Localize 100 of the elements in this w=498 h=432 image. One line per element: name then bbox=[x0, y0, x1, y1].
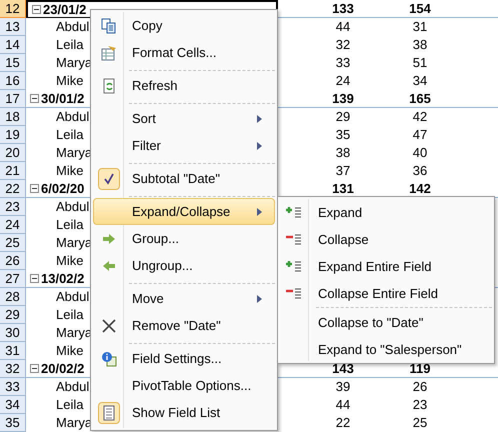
menu-item[interactable]: Format Cells... bbox=[93, 39, 275, 66]
row-number[interactable]: 34 bbox=[0, 396, 26, 414]
date-group-label: 6/02/20 bbox=[41, 180, 84, 198]
menu-item[interactable]: Expand bbox=[280, 199, 492, 226]
row-number[interactable]: 33 bbox=[0, 378, 26, 396]
value-cell: 40 bbox=[412, 145, 428, 160]
value-cell: 44 bbox=[336, 397, 350, 412]
value-cell: 25 bbox=[412, 415, 428, 430]
row-number[interactable]: 25 bbox=[0, 234, 26, 252]
value-cell: 38 bbox=[336, 145, 350, 160]
value-cell: 37 bbox=[336, 163, 350, 178]
collapse-toggle-icon[interactable] bbox=[32, 5, 41, 14]
salesperson-name: Mike bbox=[56, 72, 84, 90]
value-cell: 133 bbox=[332, 1, 354, 16]
menu-item[interactable]: Show Field List bbox=[93, 399, 275, 426]
collapse-icon bbox=[285, 286, 303, 300]
menu-item[interactable]: Collapse to "Date" bbox=[280, 309, 492, 336]
menu-item[interactable]: Field Settings... bbox=[93, 345, 275, 372]
menu-item[interactable]: Subtotal "Date" bbox=[93, 165, 275, 192]
value-cell: 32 bbox=[336, 37, 350, 52]
submenu-arrow-icon bbox=[257, 142, 262, 150]
row-number[interactable]: 35 bbox=[0, 414, 26, 432]
row-number[interactable]: 29 bbox=[0, 306, 26, 324]
row-number[interactable]: 17 bbox=[0, 90, 26, 108]
row-number[interactable]: 31 bbox=[0, 342, 26, 360]
value-cell: 44 bbox=[336, 19, 350, 34]
menu-item[interactable]: Remove "Date" bbox=[93, 312, 275, 339]
submenu-arrow-icon bbox=[257, 114, 262, 122]
menu-item[interactable]: Sort bbox=[93, 105, 275, 132]
info-icon bbox=[100, 350, 118, 368]
value-cell: 154 bbox=[409, 1, 431, 16]
value-cell: 42 bbox=[412, 109, 428, 124]
date-group-label: 20/02/2 bbox=[41, 360, 84, 378]
salesperson-name: Leila bbox=[56, 396, 84, 414]
value-cell: 139 bbox=[332, 91, 354, 106]
menu-item[interactable]: Ungroup... bbox=[93, 252, 275, 279]
value-cell: 23 bbox=[412, 397, 428, 412]
row-number[interactable]: 13 bbox=[0, 18, 26, 36]
field-list-icon bbox=[103, 404, 115, 420]
menu-item[interactable]: Expand to "Salesperson" bbox=[280, 336, 492, 363]
menu-item[interactable]: Collapse Entire Field bbox=[280, 280, 492, 307]
menu-item[interactable]: Expand/Collapse bbox=[93, 198, 275, 225]
salesperson-name: Leila bbox=[56, 216, 84, 234]
row-number[interactable]: 23 bbox=[0, 198, 26, 216]
menu-item[interactable]: Group... bbox=[93, 225, 275, 252]
value-cell: 36 bbox=[412, 163, 428, 178]
salesperson-name: Abdul bbox=[56, 108, 90, 126]
row-number[interactable]: 20 bbox=[0, 144, 26, 162]
row-number[interactable]: 27 bbox=[0, 270, 26, 288]
salesperson-name: Leila bbox=[56, 36, 84, 54]
value-cell: 22 bbox=[336, 415, 350, 430]
row-number[interactable]: 32 bbox=[0, 360, 26, 378]
row-number[interactable]: 30 bbox=[0, 324, 26, 342]
copy-icon bbox=[100, 16, 118, 34]
row-number[interactable]: 16 bbox=[0, 72, 26, 90]
row-number[interactable]: 24 bbox=[0, 216, 26, 234]
row-number[interactable]: 12 bbox=[0, 0, 26, 18]
salesperson-name: Mike bbox=[56, 342, 84, 360]
collapse-toggle-icon[interactable] bbox=[30, 364, 39, 373]
value-cell: 29 bbox=[336, 109, 350, 124]
row-number[interactable]: 14 bbox=[0, 36, 26, 54]
salesperson-name: Leila bbox=[56, 306, 84, 324]
menu-item[interactable]: Collapse bbox=[280, 226, 492, 253]
row-number[interactable]: 28 bbox=[0, 288, 26, 306]
date-group-label: 30/01/2 bbox=[41, 90, 84, 108]
value-cell: 165 bbox=[409, 91, 431, 106]
collapse-toggle-icon[interactable] bbox=[30, 184, 39, 193]
close-icon bbox=[100, 316, 118, 334]
menu-item[interactable]: Refresh bbox=[93, 72, 275, 99]
value-cell: 142 bbox=[409, 181, 431, 196]
menu-item[interactable]: Expand Entire Field bbox=[280, 253, 492, 280]
salesperson-name: Mike bbox=[56, 252, 84, 270]
row-number[interactable]: 22 bbox=[0, 180, 26, 198]
value-cell: 34 bbox=[412, 73, 428, 88]
salesperson-name: Abdul bbox=[56, 18, 90, 36]
collapse-toggle-icon[interactable] bbox=[30, 274, 39, 283]
value-cell: 26 bbox=[412, 379, 428, 394]
row-number[interactable]: 26 bbox=[0, 252, 26, 270]
menu-item[interactable]: Move bbox=[93, 285, 275, 312]
menu-item[interactable]: Filter bbox=[93, 132, 275, 159]
salesperson-name: Leila bbox=[56, 126, 84, 144]
value-cell: 24 bbox=[336, 73, 350, 88]
submenu-arrow-icon bbox=[257, 294, 262, 302]
salesperson-name: Abdul bbox=[56, 288, 90, 306]
value-cell: 38 bbox=[412, 37, 428, 52]
collapse-icon bbox=[285, 232, 303, 246]
row-number[interactable]: 19 bbox=[0, 126, 26, 144]
row-number[interactable]: 18 bbox=[0, 108, 26, 126]
collapse-toggle-icon[interactable] bbox=[30, 94, 39, 103]
menu-item[interactable]: PivotTable Options... bbox=[93, 372, 275, 399]
value-cell: 143 bbox=[332, 361, 354, 376]
check-icon bbox=[102, 172, 116, 186]
date-group-label: 13/02/2 bbox=[41, 270, 84, 288]
value-cell: 119 bbox=[410, 361, 430, 376]
value-cell: 51 bbox=[412, 55, 428, 70]
value-cell: 39 bbox=[336, 379, 350, 394]
menu-item[interactable]: Copy bbox=[93, 12, 275, 39]
row-number[interactable]: 21 bbox=[0, 162, 26, 180]
row-number[interactable]: 15 bbox=[0, 54, 26, 72]
expand-icon bbox=[285, 206, 303, 220]
